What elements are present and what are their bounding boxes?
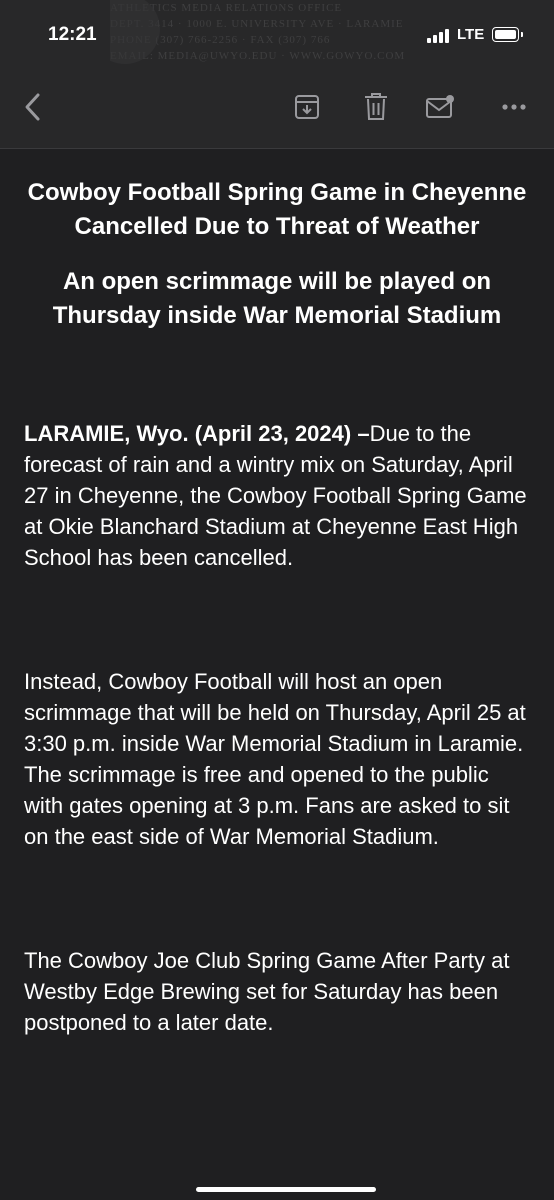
archive-icon: [295, 95, 319, 119]
back-icon: [25, 93, 40, 121]
delete-button[interactable]: [357, 88, 395, 126]
letterhead-line: PHONE (307) 766-2256 · FAX (307) 766: [110, 34, 331, 46]
email-paragraph: LARAMIE, Wyo. (April 23, 2024) –Due to t…: [24, 418, 530, 573]
status-time: 12:21: [48, 24, 97, 45]
mail-unread-icon: [426, 95, 454, 118]
email-paragraph: The Cowboy Joe Club Spring Game After Pa…: [24, 948, 510, 1035]
home-indicator[interactable]: [196, 1187, 376, 1192]
letterhead-line: ATHLETICS MEDIA RELATIONS OFFICE: [110, 2, 343, 14]
top-bar: ATHLETICS MEDIA RELATIONS OFFICE DEPT. 3…: [0, 0, 554, 149]
more-button[interactable]: [495, 88, 533, 126]
back-button[interactable]: [14, 88, 52, 126]
letterhead-line: EMAIL: MEDIA@UWYO.EDU · WWW.GOWYO.COM: [110, 50, 406, 62]
letterhead-line: DEPT. 3414 · 1000 E. UNIVERSITY AVE · LA…: [110, 18, 404, 30]
email-subheadline: An open scrimmage will be played on Thur…: [52, 268, 502, 329]
trash-icon: [365, 93, 387, 120]
mark-unread-button[interactable]: [421, 88, 459, 126]
network-label: LTE: [457, 26, 485, 43]
dateline: LARAMIE, Wyo. (April 23, 2024) –: [24, 421, 370, 446]
more-icon: [502, 104, 526, 110]
email-headline: Cowboy Football Spring Game in Cheyenne …: [27, 179, 527, 240]
letterhead-watermark: ATHLETICS MEDIA RELATIONS OFFICE DEPT. 3…: [110, 0, 554, 78]
email-body: Cowboy Football Spring Game in Cheyenne …: [24, 176, 530, 1038]
email-paragraph: Instead, Cowboy Football will host an op…: [24, 669, 526, 849]
battery-icon: [492, 27, 523, 42]
archive-button[interactable]: [288, 88, 326, 126]
signal-icon: [427, 27, 453, 43]
